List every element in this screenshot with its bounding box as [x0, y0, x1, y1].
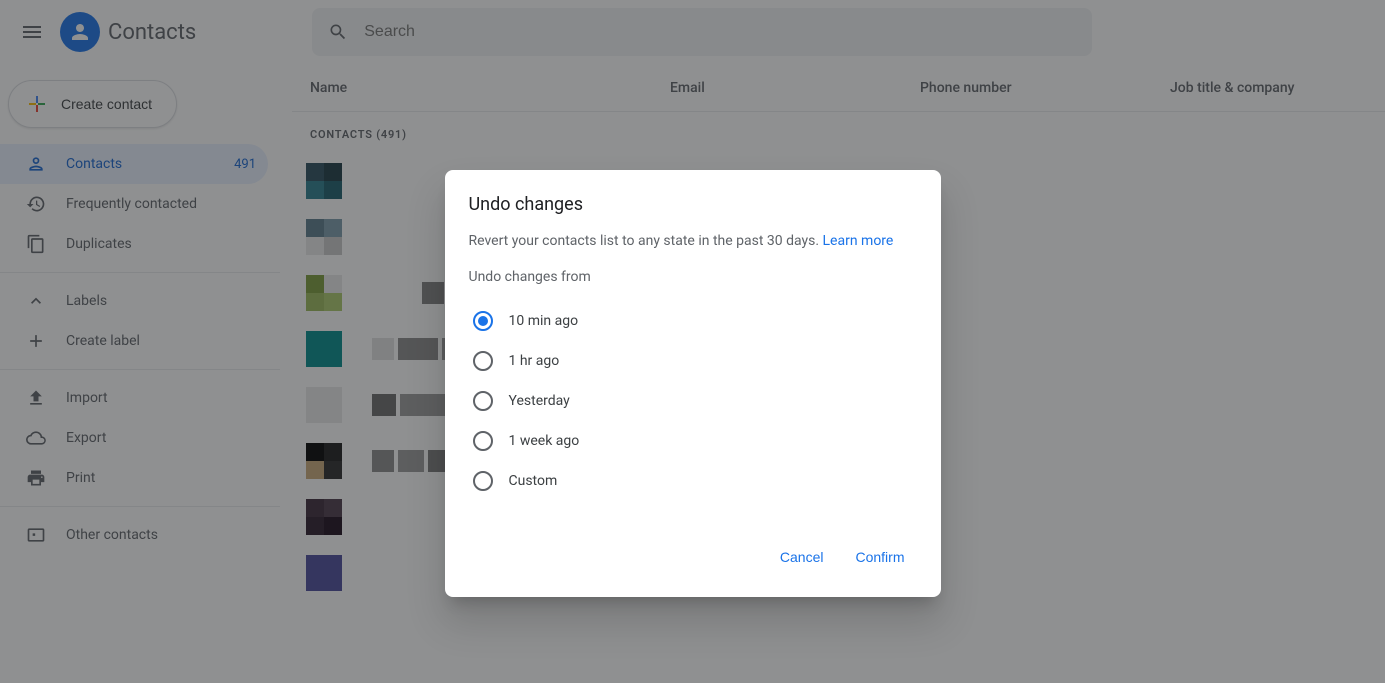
radio-10min[interactable]: 10 min ago	[469, 301, 917, 341]
dialog-subheading: Undo changes from	[469, 269, 917, 285]
radio-label: Yesterday	[509, 393, 570, 409]
radio-yesterday[interactable]: Yesterday	[469, 381, 917, 421]
radio-label: 1 hr ago	[509, 353, 560, 369]
cancel-button[interactable]: Cancel	[768, 541, 836, 573]
radio-label: Custom	[509, 473, 558, 489]
learn-more-link[interactable]: Learn more	[823, 233, 894, 249]
radio-icon	[473, 471, 493, 491]
undo-changes-dialog: Undo changes Revert your contacts list t…	[445, 170, 941, 597]
dialog-description: Revert your contacts list to any state i…	[469, 233, 917, 249]
radio-1hr[interactable]: 1 hr ago	[469, 341, 917, 381]
radio-icon	[473, 431, 493, 451]
modal-overlay[interactable]: Undo changes Revert your contacts list t…	[0, 0, 1385, 683]
radio-custom[interactable]: Custom	[469, 461, 917, 501]
radio-icon	[473, 351, 493, 371]
dialog-title: Undo changes	[469, 194, 917, 215]
radio-icon	[473, 391, 493, 411]
radio-1week[interactable]: 1 week ago	[469, 421, 917, 461]
confirm-button[interactable]: Confirm	[843, 541, 916, 573]
radio-icon	[473, 311, 493, 331]
radio-label: 10 min ago	[509, 313, 579, 329]
radio-label: 1 week ago	[509, 433, 580, 449]
dialog-actions: Cancel Confirm	[469, 541, 917, 573]
